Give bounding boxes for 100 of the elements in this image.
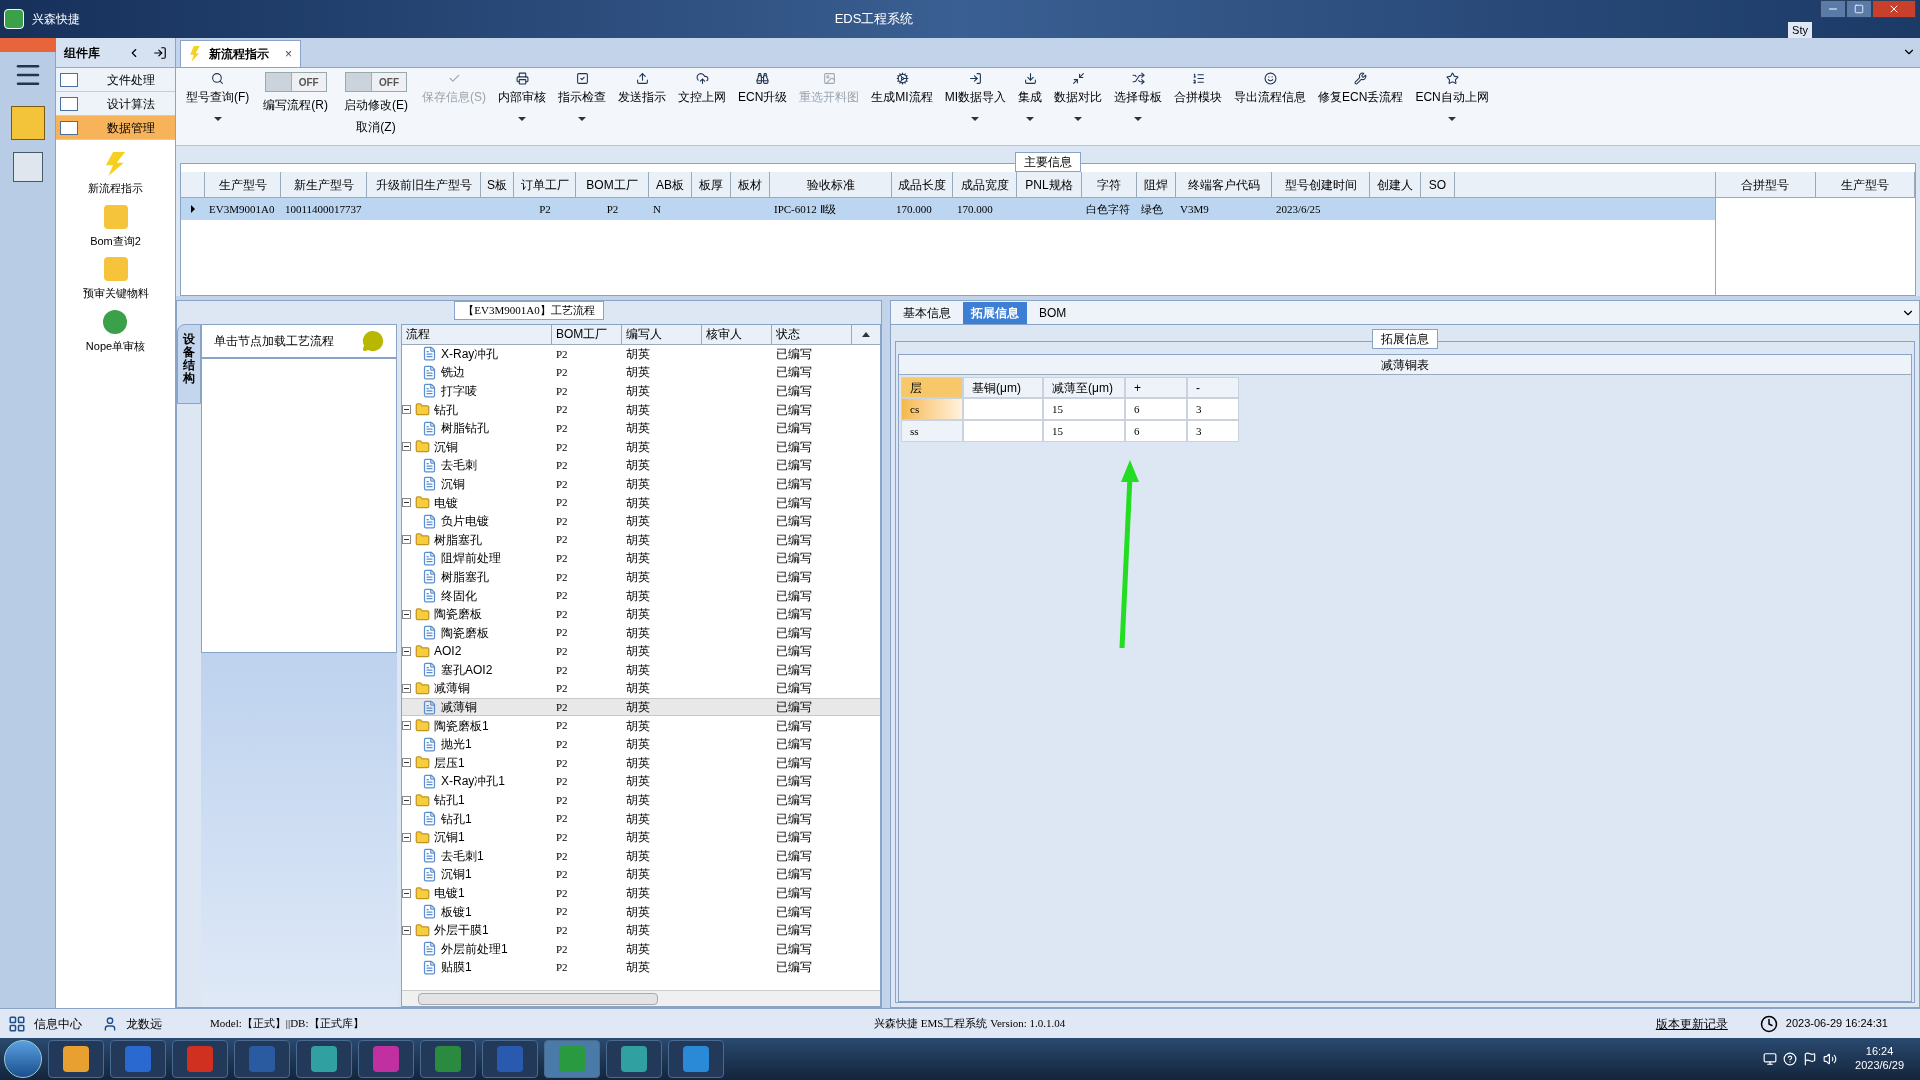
- tree-row[interactable]: 钻孔1 P2 胡英 已编写: [402, 790, 880, 810]
- panel-item[interactable]: 设计算法: [56, 92, 175, 116]
- tree-row[interactable]: 树脂塞孔 P2 胡英 已编写: [402, 567, 880, 587]
- collapse-icon[interactable]: [402, 609, 411, 619]
- tree-row[interactable]: 铣边 P2 胡英 已编写: [402, 363, 880, 382]
- horizontal-scrollbar[interactable]: [402, 990, 880, 1006]
- table-cell[interactable]: cs: [901, 398, 963, 420]
- scrollbar-thumb[interactable]: [418, 992, 658, 1005]
- tree-row[interactable]: 钻孔 P2 胡英 已编写: [402, 400, 880, 419]
- detail-tab[interactable]: BOM: [1031, 301, 1075, 324]
- tray-icon[interactable]: [1763, 1052, 1778, 1066]
- collapse-icon[interactable]: [402, 442, 411, 452]
- toolbar-button[interactable]: 修复ECN丢流程: [1312, 72, 1410, 106]
- collapse-icon[interactable]: [402, 684, 411, 693]
- tree-row[interactable]: X-Ray冲孔 P2 胡英 已编写: [402, 344, 880, 364]
- detail-tab[interactable]: 基本信息: [895, 301, 959, 324]
- tree-row[interactable]: 贴膜1 P2 胡英 已编写: [402, 958, 880, 977]
- tree-row[interactable]: 抛光1 P2 胡英 已编写: [402, 734, 880, 754]
- table-row[interactable]: EV3M9001A0 10011400017737 P2 P2 N IPC-6012 Ⅱ级 170.000 170.000 白色字符 绿色 V3M9 2023/6/25: [181, 198, 1715, 220]
- tree-row[interactable]: 减薄铜 P2 胡英 已编写: [402, 679, 880, 698]
- tree-row[interactable]: AOI2 P2 胡英 已编写: [402, 642, 880, 661]
- toolbar-button[interactable]: 型号查询(F): [180, 72, 256, 121]
- collapse-icon[interactable]: [402, 758, 411, 768]
- detail-tab[interactable]: 拓展信息: [963, 301, 1027, 324]
- toggle-switch[interactable]: OFF: [264, 72, 327, 92]
- collapse-icon[interactable]: [402, 832, 411, 842]
- collapse-icon[interactable]: [402, 888, 411, 898]
- tree-row[interactable]: 陶瓷磨板1 P2 胡英 已编写: [402, 716, 880, 735]
- tree-row[interactable]: 电镀 P2 胡英 已编写: [402, 493, 880, 512]
- tree-row[interactable]: 陶瓷磨板 P2 胡英 已编写: [402, 623, 880, 642]
- tree-row[interactable]: 去毛刺 P2 胡英 已编写: [402, 456, 880, 475]
- maximize-button[interactable]: [1846, 0, 1872, 18]
- collapse-icon[interactable]: [402, 795, 411, 805]
- tree-row[interactable]: X-Ray冲孔1 P2 胡英 已编写: [402, 772, 880, 791]
- tree-row[interactable]: 沉铜 P2 胡英 已编写: [402, 437, 880, 457]
- table-cell[interactable]: ss: [901, 420, 963, 442]
- toolbar-button[interactable]: 文控上网: [672, 72, 732, 106]
- toolbar-button[interactable]: 合拼模块: [1168, 72, 1229, 106]
- toolbar-button[interactable]: MI数据导入: [938, 72, 1013, 121]
- collapse-icon[interactable]: [402, 535, 411, 545]
- toolbar-button[interactable]: 集成: [1012, 72, 1049, 121]
- taskbar-app-icon[interactable]: [296, 1040, 352, 1078]
- tree-row[interactable]: 电镀1 P2 胡英 已编写: [402, 883, 880, 903]
- toolbar-button[interactable]: 导出流程信息: [1228, 72, 1313, 106]
- collapse-icon[interactable]: [402, 925, 411, 935]
- taskbar-app-icon[interactable]: [668, 1040, 724, 1078]
- tree-row[interactable]: 减薄铜 P2 胡英 已编写: [402, 697, 880, 717]
- tree-row[interactable]: 树脂钻孔 P2 胡英 已编写: [402, 418, 880, 438]
- tree-row[interactable]: 阻焊前处理 P2 胡英 已编写: [402, 549, 880, 568]
- toolbar-button[interactable]: 数据对比: [1048, 72, 1109, 121]
- tree-row[interactable]: 去毛刺1 P2 胡英 已编写: [402, 846, 880, 866]
- toggle-switch[interactable]: OFF: [345, 72, 407, 92]
- collapse-icon[interactable]: [402, 721, 411, 731]
- taskbar-app-icon[interactable]: [606, 1040, 662, 1078]
- collapse-icon[interactable]: [402, 646, 411, 656]
- panel-item[interactable]: 数据管理: [56, 116, 175, 140]
- toolbar-button[interactable]: 内部审核: [492, 72, 552, 121]
- toolbar-button[interactable]: ECN升级: [732, 72, 794, 106]
- toolbar-button[interactable]: 指示检查: [552, 72, 612, 121]
- cancel-button[interactable]: 取消(Z): [356, 118, 396, 136]
- volume-icon[interactable]: [1823, 1052, 1838, 1066]
- grid-icon[interactable]: [8, 1014, 26, 1033]
- scroll-up-icon[interactable]: [862, 331, 870, 337]
- collapse-icon[interactable]: [402, 498, 411, 508]
- minimize-button[interactable]: [1820, 0, 1846, 18]
- toolbar-button[interactable]: 生成MI流程: [865, 72, 939, 106]
- document-tab[interactable]: 新流程指示 ×: [180, 40, 301, 67]
- tree-row[interactable]: 沉铜1 P2 胡英 已编写: [402, 827, 880, 847]
- tree-row[interactable]: 层压1 P2 胡英 已编写: [402, 753, 880, 773]
- tree-row[interactable]: 塞孔AOI2 P2 胡英 已编写: [402, 660, 880, 680]
- tree-row[interactable]: 外层前处理1 P2 胡英 已编写: [402, 939, 880, 959]
- toolbar-button[interactable]: 发送指示: [612, 72, 672, 106]
- pin-icon[interactable]: [153, 45, 167, 60]
- tool-launcher[interactable]: Bom查询2: [90, 204, 141, 249]
- flag-icon[interactable]: [1803, 1052, 1818, 1066]
- taskbar-app-icon[interactable]: [420, 1040, 476, 1078]
- close-tab-button[interactable]: ×: [285, 45, 292, 63]
- tool-launcher[interactable]: 预审关键物料: [82, 257, 149, 302]
- collapse-icon[interactable]: [402, 405, 411, 415]
- tree-row[interactable]: 沉铜1 P2 胡英 已编写: [402, 865, 880, 884]
- tree-row[interactable]: 沉铜 P2 胡英 已编写: [402, 474, 880, 494]
- info-center-button[interactable]: 信息中心: [34, 1014, 82, 1033]
- toolbar-button[interactable]: 选择母板: [1108, 72, 1169, 121]
- tree-row[interactable]: 负片电镀 P2 胡英 已编写: [402, 511, 880, 531]
- tree-row[interactable]: 打字唛 P2 胡英 已编写: [402, 381, 880, 401]
- taskbar-app-icon[interactable]: [48, 1040, 104, 1078]
- vertical-tab[interactable]: 设备结构: [177, 323, 201, 404]
- tool-launcher[interactable]: Nope单审核: [85, 309, 146, 354]
- tree-row[interactable]: 陶瓷磨板 P2 胡英 已编写: [402, 604, 880, 624]
- tree-row[interactable]: 树脂塞孔 P2 胡英 已编写: [402, 530, 880, 550]
- tree-row[interactable]: 外层干膜1 P2 胡英 已编写: [402, 920, 880, 940]
- tree-row[interactable]: 钻孔1 P2 胡英 已编写: [402, 809, 880, 828]
- tool-launcher[interactable]: 新流程指示: [88, 152, 143, 197]
- toolbar-button[interactable]: ECN自动上网: [1409, 72, 1495, 121]
- start-button[interactable]: [4, 1040, 42, 1078]
- tree-row[interactable]: 终固化 P2 胡英 已编写: [402, 586, 880, 605]
- changelog-link[interactable]: 版本更新记录: [1655, 1014, 1728, 1033]
- panel-item[interactable]: 文件处理: [56, 68, 175, 92]
- tree-row[interactable]: 板镀1 P2 胡英 已编写: [402, 902, 880, 921]
- help-icon[interactable]: [1783, 1052, 1798, 1066]
